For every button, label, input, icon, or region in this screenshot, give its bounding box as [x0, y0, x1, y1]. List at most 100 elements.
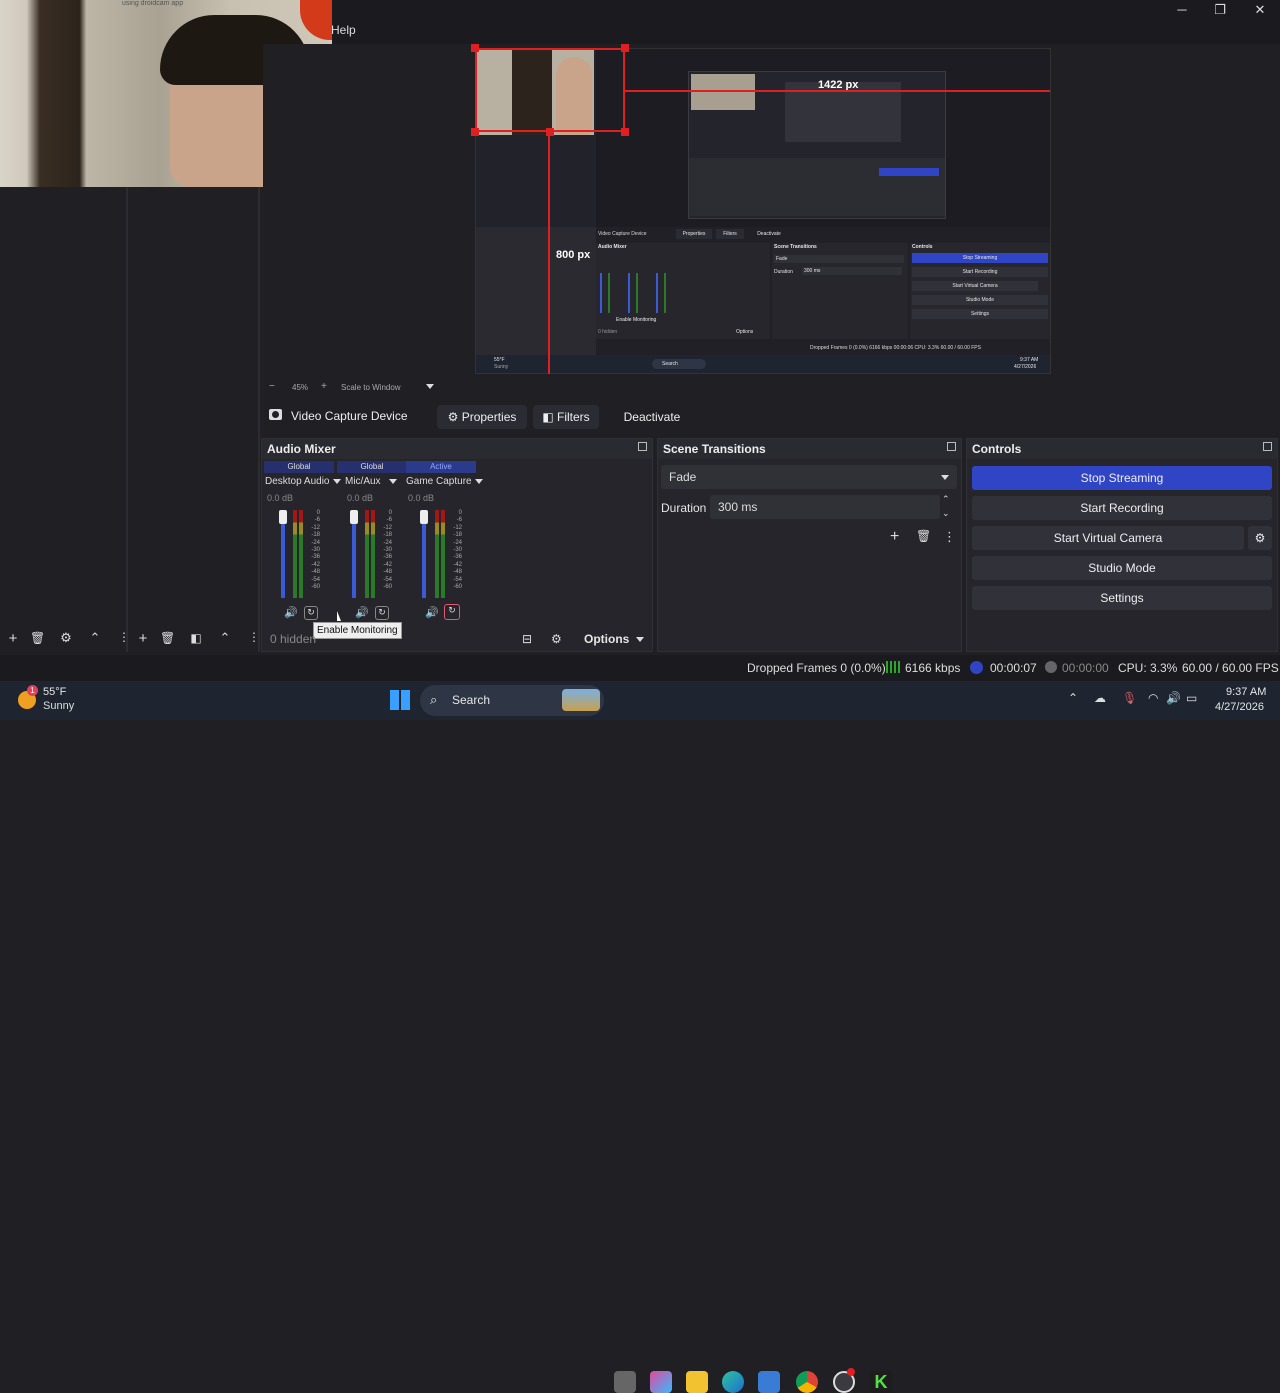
transition-menu-icon[interactable]: ⋮: [943, 529, 956, 545]
edge-icon[interactable]: [722, 1371, 744, 1393]
db-tick-label: -30: [383, 547, 392, 554]
bitrate: 6166 kbps: [905, 661, 961, 675]
move-up-icon[interactable]: ⌃: [88, 630, 102, 646]
height-label: 800 px: [556, 249, 591, 261]
monitor-icon[interactable]: ↻: [444, 604, 460, 620]
filters-button[interactable]: ◧ Filters: [533, 405, 599, 429]
chrome-icon[interactable]: [796, 1371, 818, 1393]
nested-fps: 60.00 / 60.00 FPS: [940, 345, 981, 351]
remove-scene-icon[interactable]: 🗑: [30, 631, 45, 645]
stop-streaming-button[interactable]: Stop Streaming: [972, 466, 1272, 490]
add-source-icon[interactable]: +: [136, 630, 150, 647]
resize-handle[interactable]: [621, 44, 629, 52]
source-move-up-icon[interactable]: ⌃: [218, 630, 232, 646]
virtual-camera-settings-icon[interactable]: ⚙: [1248, 526, 1272, 550]
duration-down-icon[interactable]: ⌄: [942, 508, 950, 519]
transition-select[interactable]: Fade: [661, 465, 957, 489]
clock-date[interactable]: 4/27/2026: [1215, 701, 1264, 713]
file-explorer-icon[interactable]: [686, 1371, 708, 1393]
resize-handle[interactable]: [621, 128, 629, 136]
nested-studio: Studio Mode: [912, 295, 1048, 305]
nested-search: Search: [652, 359, 706, 369]
speaker-icon[interactable]: 🔊: [425, 606, 439, 619]
task-view-icon[interactable]: [614, 1371, 636, 1393]
battery-icon[interactable]: ▭: [1186, 691, 1197, 705]
dock-divider: [126, 187, 128, 652]
nested-obs: Video Capture Device Properties Filters …: [596, 227, 1050, 359]
scale-mode[interactable]: Scale to Window: [341, 383, 401, 392]
microphone-icon[interactable]: 🎙: [1122, 691, 1137, 705]
zoom-in-button[interactable]: +: [321, 381, 327, 392]
start-windows-icon[interactable]: [390, 690, 410, 710]
fader-knob[interactable]: [350, 510, 358, 524]
remove-transition-icon[interactable]: 🗑: [916, 529, 931, 543]
chevron-up-icon[interactable]: ⌃: [1068, 691, 1078, 705]
speaker-icon[interactable]: 🔊: [284, 606, 298, 619]
properties-button[interactable]: ⚙ Properties: [437, 405, 527, 429]
selection-box[interactable]: [475, 48, 625, 132]
source-properties-icon[interactable]: ◧: [189, 631, 203, 645]
remove-source-icon[interactable]: 🗑: [160, 631, 175, 645]
duration-up-icon[interactable]: ⌃: [942, 494, 950, 505]
float-dock-icon[interactable]: [947, 442, 956, 451]
resize-handle[interactable]: [546, 128, 554, 136]
float-dock-icon[interactable]: [638, 442, 647, 451]
menu-help[interactable]: Help: [331, 23, 356, 37]
store-icon[interactable]: [758, 1371, 780, 1393]
filters-label: Filters: [557, 410, 590, 424]
db-desktop: 0.0 dB: [267, 493, 294, 503]
scene-settings-icon[interactable]: ⚙: [59, 630, 73, 646]
options-button[interactable]: Options: [584, 632, 645, 646]
studio-mode-button[interactable]: Studio Mode: [972, 556, 1272, 580]
cloud-icon[interactable]: ☁: [1094, 691, 1106, 705]
channel-game-capture[interactable]: Game Capture: [406, 476, 483, 487]
volume-meter: [371, 510, 375, 598]
fader-knob[interactable]: [279, 510, 287, 524]
db-tick-label: 0: [388, 510, 392, 516]
duration-label: Duration: [661, 501, 707, 515]
float-dock-icon[interactable]: [1263, 442, 1272, 451]
resize-handle[interactable]: [471, 44, 479, 52]
settings-button[interactable]: Settings: [972, 586, 1272, 610]
copilot-icon[interactable]: [650, 1371, 672, 1393]
close-button[interactable]: ✕: [1240, 2, 1280, 18]
resize-handle[interactable]: [471, 128, 479, 136]
advanced-audio-icon[interactable]: ⚙: [551, 632, 562, 646]
nested-duration-value: 300 ms: [802, 267, 902, 275]
volume-icon[interactable]: 🔊: [1166, 691, 1181, 705]
monitor-icon[interactable]: ↻: [304, 606, 318, 620]
minimize-button[interactable]: ─: [1162, 2, 1202, 18]
start-virtual-camera-button[interactable]: Start Virtual Camera: [972, 526, 1244, 550]
channel-desktop-audio[interactable]: Desktop Audio: [265, 476, 341, 487]
add-scene-icon[interactable]: +: [6, 630, 20, 647]
db-tick-label: -6: [386, 517, 392, 524]
start-recording-button[interactable]: Start Recording: [972, 496, 1272, 520]
source-more-icon[interactable]: ⋮: [248, 630, 260, 644]
db-tick-label: -36: [453, 554, 462, 561]
volume-meter: [365, 510, 369, 598]
deactivate-button[interactable]: Deactivate: [611, 405, 693, 429]
wifi-icon[interactable]: ◠: [1148, 691, 1158, 705]
fader-knob[interactable]: [420, 510, 428, 524]
more-icon[interactable]: ⋮: [118, 630, 130, 644]
duration-input[interactable]: 300 ms: [710, 495, 940, 519]
db-tick-label: -18: [453, 532, 462, 539]
scale-dropdown-icon[interactable]: [426, 384, 434, 389]
speaker-icon[interactable]: 🔊: [355, 606, 369, 619]
mixer-tag-mic: Global: [337, 461, 407, 473]
maximize-button[interactable]: ❐: [1200, 2, 1240, 18]
nested-settings: Settings: [912, 309, 1048, 319]
clock-time[interactable]: 9:37 AM: [1226, 686, 1266, 698]
kick-icon[interactable]: K: [870, 1371, 892, 1393]
add-transition-icon[interactable]: +: [890, 528, 899, 546]
nested-status: Dropped Frames 0 (0.0%) 6166 kbps 00:00:…: [810, 345, 981, 351]
search-box[interactable]: ⌕ Search: [420, 685, 604, 716]
nested-vcam: Start Virtual Camera: [912, 281, 1038, 291]
layout-icon[interactable]: ⊟: [522, 632, 532, 646]
channel-mic-aux[interactable]: Mic/Aux: [345, 476, 397, 487]
monitor-icon[interactable]: ↻: [375, 606, 389, 620]
db-tick-label: -48: [453, 569, 462, 576]
controls-title: Controls: [967, 439, 1277, 459]
weather-badge: 1: [27, 685, 38, 696]
zoom-out-button[interactable]: −: [269, 381, 275, 392]
